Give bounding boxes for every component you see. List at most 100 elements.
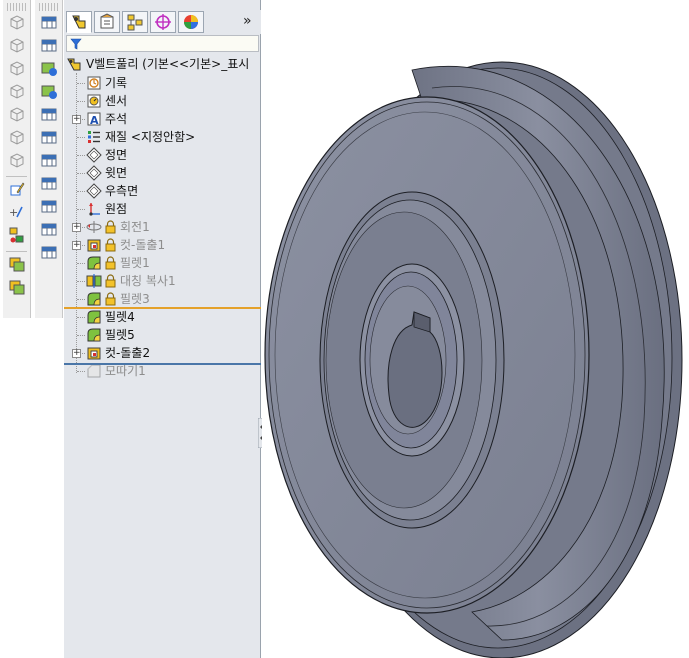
table-tool-button[interactable] [39, 198, 59, 218]
tree-branch-line [77, 263, 85, 264]
pulley-model[interactable] [262, 0, 689, 658]
tree-item[interactable]: 재질 <지정안함> [64, 128, 261, 146]
tree-item-label: 센서 [105, 94, 128, 108]
part-icon [66, 56, 82, 72]
tree-item-label: 컷-돌출2 [105, 346, 151, 360]
solidworks-window: + » V벨트풀리 (기본<<기본>_표시 기록 센서 + A 주석 재질 <지… [0, 0, 689, 658]
toolbar-separator [6, 251, 27, 252]
tree-item[interactable]: 기록 [64, 74, 261, 92]
tools-toolbar [35, 0, 63, 318]
tree-item-label: 필렛5 [105, 328, 135, 342]
manager-tabs: » [64, 10, 261, 34]
tree-branch-line [77, 155, 85, 156]
fillet-icon [86, 327, 102, 343]
table-icon [40, 220, 58, 242]
display-manager-tab[interactable] [178, 11, 204, 33]
tree-item[interactable]: 필렛3 [64, 290, 261, 308]
tree-item[interactable]: + 회전1 [64, 218, 261, 236]
table-icon [40, 36, 58, 58]
box-icon [8, 105, 26, 127]
tree-item[interactable]: 필렛4 [64, 308, 261, 326]
box-tool-button[interactable] [7, 152, 27, 172]
feature-filter-input[interactable] [66, 35, 259, 52]
tree-branch-line [77, 209, 85, 210]
box-icon [8, 82, 26, 104]
cut-extrude-icon [86, 345, 102, 361]
view-toolbar: + [3, 0, 31, 318]
rollback-bar-upper[interactable] [64, 307, 261, 309]
box-tool-button[interactable] [7, 60, 27, 80]
property-manager-tab[interactable] [94, 11, 120, 33]
assembly-tool-button[interactable] [7, 256, 27, 276]
tree-branch-line [77, 335, 85, 336]
tree-item[interactable]: 필렛1 [64, 254, 261, 272]
toolbar-grip[interactable] [39, 3, 58, 11]
lock-icon [105, 292, 116, 306]
rollback-bar[interactable] [64, 363, 261, 365]
expand-toggle-icon[interactable]: + [72, 223, 81, 232]
feature-tool-button[interactable] [39, 83, 59, 103]
box-tool-button[interactable] [7, 83, 27, 103]
tree-item-label: 필렛3 [120, 292, 150, 306]
box-tool-button[interactable] [7, 129, 27, 149]
lock-icon [105, 220, 116, 234]
tree-branch-line [77, 281, 85, 282]
table-tool-button[interactable] [39, 221, 59, 241]
tree-item[interactable]: + 컷-돌출1 [64, 236, 261, 254]
feature-tool-button[interactable] [39, 60, 59, 80]
feature-manager-tab[interactable] [66, 11, 92, 33]
tree-item[interactable]: 대칭 복사1 [64, 272, 261, 290]
dimxpert-manager-tab[interactable] [150, 11, 176, 33]
mate-tool-button[interactable] [7, 227, 27, 247]
chamfer-icon [86, 363, 102, 379]
tree-item-label: 주석 [105, 112, 128, 126]
table-icon [40, 151, 58, 173]
origin-icon [86, 201, 102, 217]
tree-item[interactable]: 센서 [64, 92, 261, 110]
box-icon [8, 151, 26, 173]
lock-icon [105, 238, 116, 252]
tree-item-label: 기록 [105, 76, 128, 90]
plane-icon [86, 147, 102, 163]
tree-item-label: 컷-돌출1 [120, 238, 166, 252]
feature-manager-panel: » V벨트풀리 (기본<<기본>_표시 기록센서 + A 주석재질 <지정안함> 정면 윗… [64, 0, 261, 658]
sketch-tool-button[interactable] [7, 181, 27, 201]
table-icon [40, 13, 58, 35]
tree-branch-line [77, 371, 85, 372]
table-tool-button[interactable] [39, 106, 59, 126]
toolbar-separator [6, 176, 27, 177]
table-tool-button[interactable] [39, 244, 59, 264]
more-tabs-button[interactable]: » [243, 13, 252, 29]
assembly-tool-button[interactable] [7, 279, 27, 299]
expand-toggle-icon[interactable]: + [72, 349, 81, 358]
mirror-icon [86, 273, 102, 289]
reference-tool-button[interactable]: + [7, 204, 27, 224]
tree-item[interactable]: + A 주석 [64, 110, 261, 128]
svg-text:A: A [90, 114, 99, 127]
tree-item[interactable]: 윗면 [64, 164, 261, 182]
expand-toggle-icon[interactable]: + [72, 115, 81, 124]
table-tool-button[interactable] [39, 129, 59, 149]
box-tool-button[interactable] [7, 14, 27, 34]
filter-icon [70, 38, 82, 50]
configuration-manager-tab[interactable] [122, 11, 148, 33]
tree-item[interactable]: 정면 [64, 146, 261, 164]
material-icon [86, 129, 102, 145]
tree-item[interactable]: 우측면 [64, 182, 261, 200]
box-tool-button[interactable] [7, 106, 27, 126]
tree-item[interactable]: 필렛5 [64, 326, 261, 344]
revolve-icon [86, 219, 102, 235]
tree-item[interactable]: 원점 [64, 200, 261, 218]
table-icon [40, 105, 58, 127]
table-tool-button[interactable] [39, 175, 59, 195]
graphics-viewport[interactable] [262, 0, 689, 658]
box-tool-button[interactable] [7, 37, 27, 57]
table-tool-button[interactable] [39, 14, 59, 34]
mate-icon [8, 226, 26, 248]
toolbar-grip[interactable] [7, 3, 26, 11]
tree-item[interactable]: + 컷-돌출2 [64, 344, 261, 362]
tree-root-row[interactable]: V벨트풀리 (기본<<기본>_표시 [64, 55, 261, 74]
table-tool-button[interactable] [39, 37, 59, 57]
expand-toggle-icon[interactable]: + [72, 241, 81, 250]
table-tool-button[interactable] [39, 152, 59, 172]
